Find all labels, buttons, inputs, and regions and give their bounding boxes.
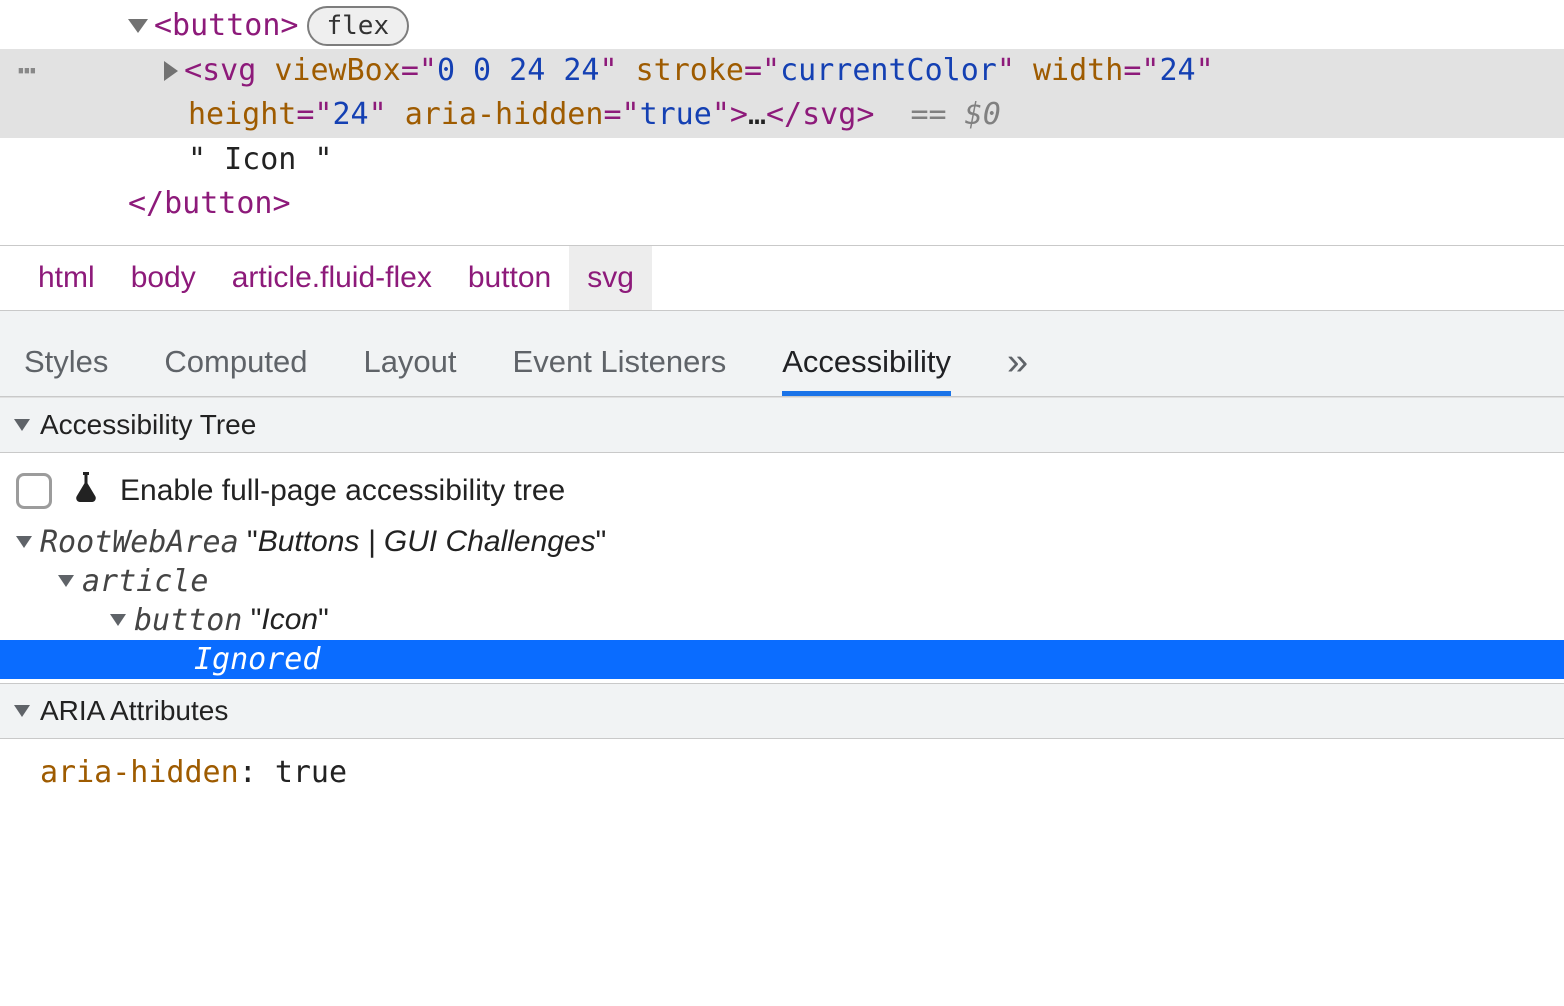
a11y-node-root[interactable]: RootWebArea "Buttons | GUI Challenges" <box>0 523 1564 562</box>
sidebar-tabbar: Styles Computed Layout Event Listeners A… <box>0 311 1564 397</box>
enable-full-page-checkbox[interactable] <box>16 473 52 509</box>
chevron-down-icon <box>14 419 30 431</box>
crumb-button[interactable]: button <box>450 246 569 310</box>
dom-node-button[interactable]: <button> flex <box>0 4 1564 49</box>
devtools-pane: <button> flex ⋯ <svg viewBox="0 0 24 24"… <box>0 0 1564 800</box>
svg-attrs-cont: height="24" aria-hidden="true">…</svg> =… <box>188 95 1001 136</box>
crumb-body[interactable]: body <box>113 246 214 310</box>
section-title: ARIA Attributes <box>40 695 228 727</box>
section-title: Accessibility Tree <box>40 409 256 441</box>
crumb-html[interactable]: html <box>20 246 113 310</box>
expand-toggle-icon[interactable] <box>164 61 178 81</box>
tab-styles[interactable]: Styles <box>24 344 108 396</box>
button-open-tag: <button> <box>154 6 299 47</box>
tab-computed[interactable]: Computed <box>164 344 307 396</box>
tab-event-listeners[interactable]: Event Listeners <box>513 344 727 396</box>
a11y-node-article[interactable]: article <box>0 562 1564 601</box>
breadcrumb: html body article.fluid-flex button svg <box>0 245 1564 311</box>
flex-badge[interactable]: flex <box>307 6 410 46</box>
aria-attr-name: aria-hidden <box>40 755 239 790</box>
context-menu-dots-icon[interactable]: ⋯ <box>18 51 38 92</box>
enable-full-page-row: Enable full-page accessibility tree <box>0 465 1564 523</box>
chevron-down-icon <box>58 575 74 587</box>
dom-node-button-close[interactable]: </button> <box>0 182 1564 227</box>
tabs-overflow-icon[interactable]: » <box>1007 341 1028 396</box>
eq-zero-marker: == $0 <box>911 97 1001 132</box>
flask-icon <box>68 469 104 513</box>
dom-text-node-icon[interactable]: " Icon " <box>0 138 1564 183</box>
tab-layout[interactable]: Layout <box>363 344 456 396</box>
aria-attributes-body: aria-hidden: true <box>0 739 1564 800</box>
section-aria-attributes[interactable]: ARIA Attributes <box>0 683 1564 739</box>
crumb-article[interactable]: article.fluid-flex <box>214 246 450 310</box>
aria-attr-value: true <box>275 755 347 790</box>
chevron-down-icon <box>16 536 32 548</box>
svg-open: <svg viewBox="0 0 24 24" stroke="current… <box>184 51 1214 92</box>
chevron-down-icon <box>110 614 126 626</box>
a11y-node-ignored-selected[interactable]: Ignored <box>0 640 1564 679</box>
a11y-node-button[interactable]: button "Icon" <box>0 601 1564 640</box>
crumb-svg[interactable]: svg <box>569 246 652 310</box>
expand-toggle-icon[interactable] <box>128 19 148 33</box>
chevron-down-icon <box>14 705 30 717</box>
dom-node-svg-selected[interactable]: ⋯ <svg viewBox="0 0 24 24" stroke="curre… <box>0 49 1564 94</box>
dom-tree: <button> flex ⋯ <svg viewBox="0 0 24 24"… <box>0 0 1564 245</box>
dom-node-svg-cont: height="24" aria-hidden="true">…</svg> =… <box>0 93 1564 138</box>
tab-accessibility[interactable]: Accessibility <box>782 344 951 396</box>
enable-full-page-label: Enable full-page accessibility tree <box>120 474 565 508</box>
section-a11y-tree[interactable]: Accessibility Tree <box>0 397 1564 453</box>
a11y-tree-body: Enable full-page accessibility tree Root… <box>0 453 1564 683</box>
